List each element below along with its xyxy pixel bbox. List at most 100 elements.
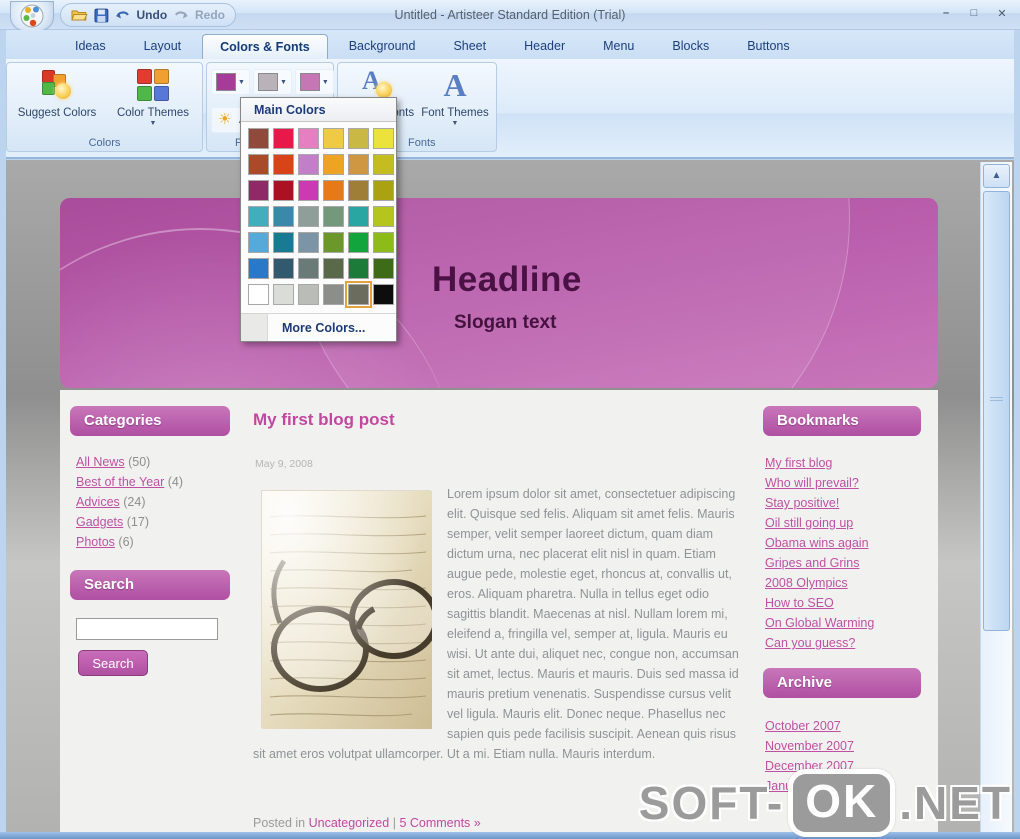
color-swatch[interactable] bbox=[248, 128, 269, 149]
bookmark-link[interactable]: How to SEO bbox=[765, 596, 834, 610]
color-swatch[interactable] bbox=[248, 284, 269, 305]
post-title[interactable]: My first blog post bbox=[253, 410, 395, 430]
color-swatch[interactable] bbox=[323, 258, 344, 279]
color-swatch[interactable] bbox=[373, 180, 394, 201]
more-colors-button[interactable]: More Colors... bbox=[241, 313, 396, 341]
color-swatch[interactable] bbox=[348, 232, 369, 253]
color-swatch[interactable] bbox=[248, 154, 269, 175]
color-swatch[interactable] bbox=[345, 281, 372, 308]
color-swatch[interactable] bbox=[273, 232, 294, 253]
search-input[interactable] bbox=[76, 618, 218, 640]
bookmark-link[interactable]: Obama wins again bbox=[765, 536, 869, 550]
ribbon-tab[interactable]: Blocks bbox=[655, 34, 726, 59]
category-link[interactable]: Gadgets bbox=[76, 515, 123, 529]
palette-color-button[interactable]: ▼ bbox=[211, 69, 250, 95]
bookmark-link[interactable]: Oil still going up bbox=[765, 516, 853, 530]
bookmarks-block-header[interactable]: Bookmarks bbox=[763, 406, 921, 436]
color-swatch[interactable] bbox=[273, 180, 294, 201]
color-swatch[interactable] bbox=[323, 154, 344, 175]
site-headline[interactable]: Headline bbox=[432, 260, 582, 300]
color-swatch[interactable] bbox=[373, 206, 394, 227]
palette-color-button[interactable]: ▼ bbox=[252, 69, 292, 95]
color-swatch[interactable] bbox=[273, 128, 294, 149]
bookmark-link[interactable]: On Global Warming bbox=[765, 616, 874, 630]
color-swatch[interactable] bbox=[323, 180, 344, 201]
category-link[interactable]: Advices bbox=[76, 495, 120, 509]
post-category-link[interactable]: Uncategorized bbox=[309, 816, 390, 830]
color-swatch[interactable] bbox=[298, 258, 319, 279]
scroll-up-button[interactable]: ▲ bbox=[983, 164, 1010, 188]
design-preview-workspace: Headline Slogan text Categories All News… bbox=[6, 160, 1014, 832]
category-link[interactable]: All News bbox=[76, 455, 125, 469]
palette-color-button[interactable]: ▼ bbox=[294, 69, 334, 95]
vertical-scrollbar[interactable]: ▲ bbox=[980, 162, 1012, 832]
chevron-down-icon: ▼ bbox=[149, 120, 157, 127]
color-swatch[interactable] bbox=[373, 258, 394, 279]
color-swatch[interactable] bbox=[273, 284, 294, 305]
bookmark-link[interactable]: Stay positive! bbox=[765, 496, 839, 510]
ribbon-tab[interactable]: Colors & Fonts bbox=[202, 34, 328, 59]
bookmark-link[interactable]: 2008 Olympics bbox=[765, 576, 848, 590]
color-swatch[interactable] bbox=[348, 154, 369, 175]
color-swatch[interactable] bbox=[298, 154, 319, 175]
suggest-colors-button[interactable]: Suggest Colors bbox=[11, 68, 103, 140]
minimize-button[interactable]: – bbox=[938, 6, 954, 20]
archive-block-header[interactable]: Archive bbox=[763, 668, 921, 698]
ribbon-tab[interactable]: Menu bbox=[586, 34, 651, 59]
bookmark-link[interactable]: Gripes and Grins bbox=[765, 556, 859, 570]
ribbon-tab[interactable]: Sheet bbox=[436, 34, 503, 59]
color-swatch[interactable] bbox=[298, 180, 319, 201]
search-button[interactable]: Search bbox=[78, 650, 148, 676]
color-swatch[interactable] bbox=[373, 128, 394, 149]
archive-link[interactable]: November 2007 bbox=[765, 739, 854, 753]
color-swatch[interactable] bbox=[273, 258, 294, 279]
color-swatch[interactable] bbox=[273, 154, 294, 175]
ribbon-tab[interactable]: Layout bbox=[127, 34, 199, 59]
save-icon[interactable] bbox=[94, 8, 109, 23]
color-swatch[interactable] bbox=[348, 180, 369, 201]
category-link[interactable]: Photos bbox=[76, 535, 115, 549]
color-swatch[interactable] bbox=[248, 232, 269, 253]
color-swatch[interactable] bbox=[323, 128, 344, 149]
undo-button[interactable]: Undo bbox=[137, 8, 168, 22]
color-swatch[interactable] bbox=[248, 258, 269, 279]
color-swatch[interactable] bbox=[373, 284, 394, 305]
color-swatch[interactable] bbox=[323, 284, 344, 305]
archive-link[interactable]: October 2007 bbox=[765, 719, 841, 733]
color-themes-button[interactable]: Color Themes ▼ bbox=[107, 68, 199, 140]
color-swatch[interactable] bbox=[373, 154, 394, 175]
color-swatch[interactable] bbox=[298, 206, 319, 227]
site-header-preview[interactable]: Headline Slogan text bbox=[60, 198, 938, 388]
ribbon-tab[interactable]: Background bbox=[332, 34, 433, 59]
ribbon-tab[interactable]: Ideas bbox=[58, 34, 123, 59]
color-swatch[interactable] bbox=[323, 232, 344, 253]
categories-block-header[interactable]: Categories bbox=[70, 406, 230, 436]
close-button[interactable]: ✕ bbox=[994, 6, 1010, 20]
scrollbar-thumb[interactable] bbox=[983, 191, 1010, 631]
bookmark-link[interactable]: Who will prevail? bbox=[765, 476, 859, 490]
ribbon-tab[interactable]: Buttons bbox=[730, 34, 806, 59]
open-folder-icon[interactable] bbox=[71, 8, 88, 22]
color-swatch[interactable] bbox=[348, 258, 369, 279]
color-swatch[interactable] bbox=[323, 206, 344, 227]
app-menu-button[interactable] bbox=[10, 1, 54, 31]
color-swatch[interactable] bbox=[298, 128, 319, 149]
font-themes-button[interactable]: A Font Themes ▼ bbox=[416, 68, 494, 140]
color-swatch[interactable] bbox=[273, 206, 294, 227]
color-swatch[interactable] bbox=[298, 232, 319, 253]
color-swatch[interactable] bbox=[248, 206, 269, 227]
site-slogan[interactable]: Slogan text bbox=[454, 312, 556, 334]
color-swatch[interactable] bbox=[248, 180, 269, 201]
post-comments-link[interactable]: 5 Comments » bbox=[399, 816, 480, 830]
ribbon-tab[interactable]: Header bbox=[507, 34, 582, 59]
bookmark-link[interactable]: My first blog bbox=[765, 456, 832, 470]
maximize-button[interactable]: □ bbox=[966, 6, 982, 20]
color-swatch[interactable] bbox=[348, 206, 369, 227]
bookmark-link[interactable]: Can you guess? bbox=[765, 636, 855, 650]
search-block-header[interactable]: Search bbox=[70, 570, 230, 600]
color-swatch[interactable] bbox=[348, 128, 369, 149]
category-link[interactable]: Best of the Year bbox=[76, 475, 164, 489]
undo-icon[interactable] bbox=[115, 9, 131, 22]
color-swatch[interactable] bbox=[373, 232, 394, 253]
color-swatch[interactable] bbox=[298, 284, 319, 305]
